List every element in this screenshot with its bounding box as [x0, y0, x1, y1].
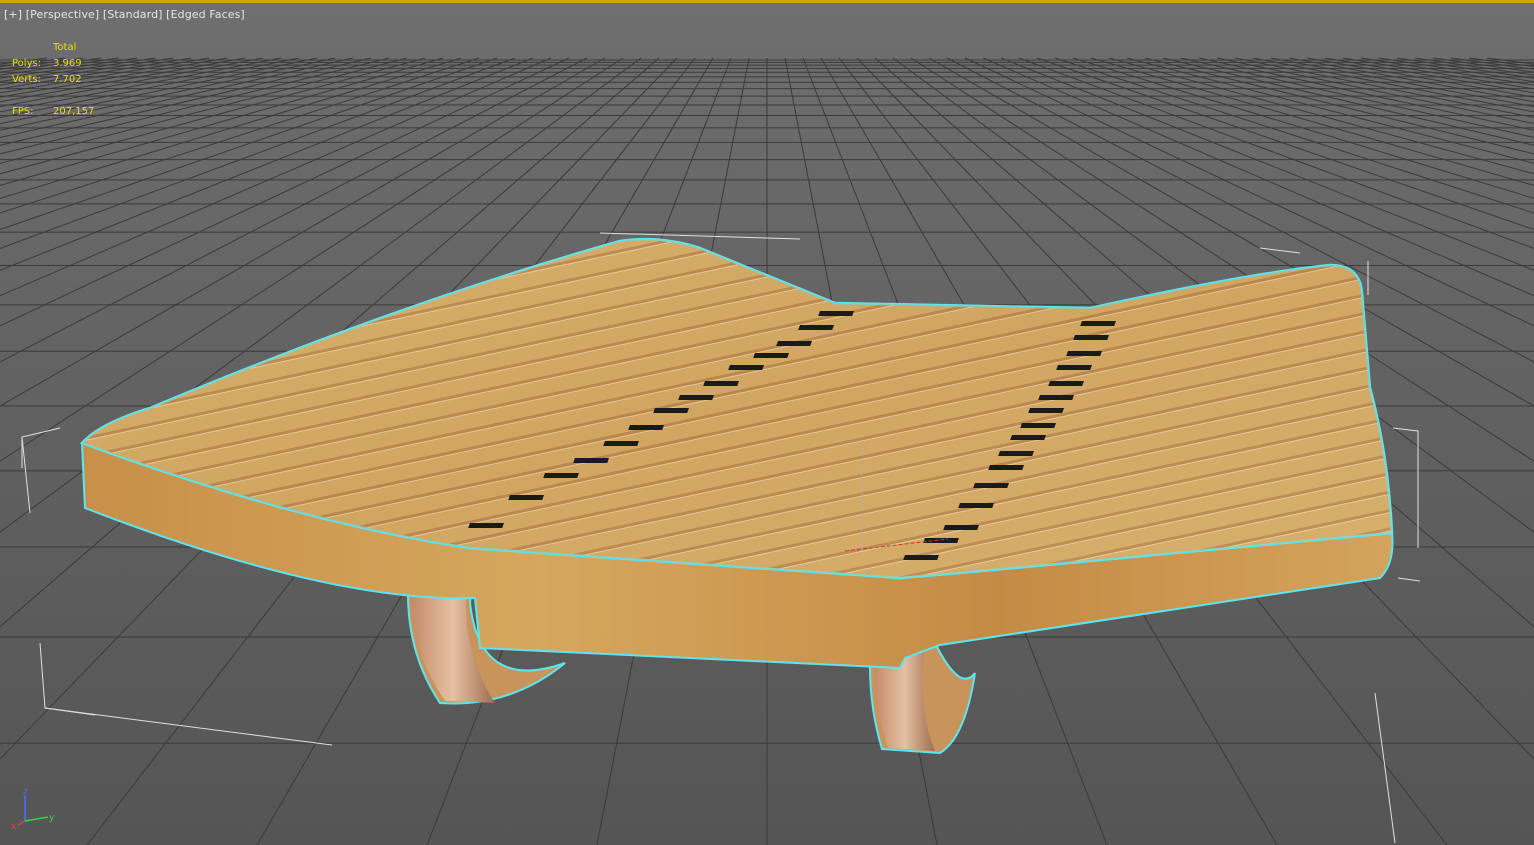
- slat-notch: [798, 325, 834, 330]
- slat-notch: [678, 395, 714, 400]
- slat-notch: [776, 341, 813, 346]
- slat-notch: [703, 381, 740, 386]
- perspective-viewport[interactable]: z y x [+] [Perspective] [Standard] [Edge…: [0, 0, 1534, 845]
- stats-polys-label: Polys:: [12, 58, 42, 69]
- slat-notch: [988, 465, 1024, 470]
- axis-x-label: x: [11, 822, 17, 832]
- stats-verts-value: 7.702: [53, 74, 82, 85]
- axis-y-label: y: [49, 813, 55, 823]
- slat-notch: [818, 311, 854, 316]
- axis-z-label: z: [23, 787, 28, 797]
- slat-notch: [1066, 351, 1102, 356]
- scene-canvas[interactable]: z y x: [0, 3, 1534, 845]
- slat-notch: [573, 458, 609, 463]
- slat-notch: [628, 425, 664, 430]
- viewport-label-menu: [+] [Perspective] [Standard] [Edged Face…: [4, 8, 245, 21]
- axis-tripod: [17, 795, 49, 826]
- slat-notch: [653, 408, 689, 413]
- slat-notch: [603, 441, 639, 446]
- viewport-menu-plus[interactable]: [+]: [4, 8, 22, 21]
- stats-verts-label: Verts:: [12, 74, 41, 85]
- slat-notch: [998, 451, 1034, 456]
- viewport-menu-edged-faces[interactable]: [Edged Faces]: [166, 8, 245, 21]
- slat-notch: [1080, 321, 1116, 326]
- stats-total-header: Total: [53, 42, 77, 53]
- slat-notch: [728, 365, 764, 370]
- slat-notch: [958, 503, 994, 508]
- slat-notch: [1056, 365, 1092, 370]
- slat-notch: [973, 483, 1010, 488]
- slat-notch: [753, 353, 790, 358]
- slat-notch: [943, 525, 979, 530]
- slat-notch: [1038, 395, 1074, 400]
- slat-notch: [1020, 423, 1056, 428]
- viewport-menu-shading[interactable]: [Standard]: [103, 8, 163, 21]
- slat-notch: [1028, 408, 1064, 413]
- stats-fps-label: FPS:: [12, 106, 34, 117]
- stats-polys-value: 3.969: [53, 58, 82, 69]
- statistics-overlay: Total Polys: 3.969 Verts: 7.702 FPS: 207,15…: [12, 40, 94, 120]
- viewport-menu-perspective[interactable]: [Perspective]: [26, 8, 100, 21]
- slat-notch: [543, 473, 579, 478]
- slat-notch: [923, 538, 959, 543]
- lounge-chair-model[interactable]: [79, 237, 1394, 755]
- slat-notch: [468, 523, 504, 528]
- stats-fps-value: 207,157: [53, 106, 95, 117]
- slat-notch: [903, 555, 939, 560]
- slat-notch: [1010, 435, 1046, 440]
- slat-notch: [1073, 335, 1109, 340]
- slat-notch: [1048, 381, 1084, 386]
- slat-notch: [508, 495, 544, 500]
